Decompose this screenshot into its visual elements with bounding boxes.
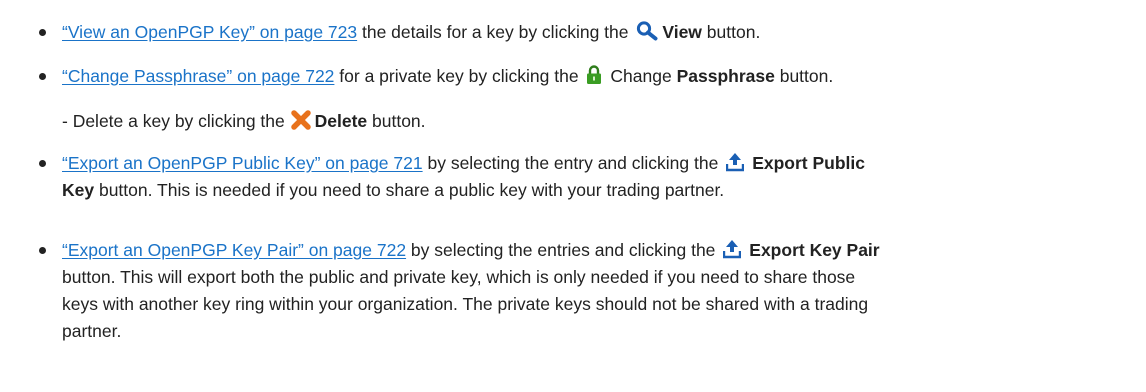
list-item-line: “Export an OpenPGP Public Key” on page 7… <box>62 150 865 179</box>
list-item-line: - Delete a key by clicking the Delete bu… <box>62 108 426 137</box>
list-item-line: button. This will export both the public… <box>62 264 855 290</box>
passphrase-button-label: Passphrase <box>676 66 775 86</box>
item-text: keys with another key ring within your o… <box>62 294 869 314</box>
item-text: by selecting the entry and clicking the <box>422 153 724 173</box>
bullet-dot <box>39 247 46 254</box>
item-text: Change <box>610 66 677 86</box>
padlock-icon <box>586 65 602 92</box>
item-text: for a private key by clicking the <box>334 66 584 86</box>
upload-arrow-icon <box>726 152 745 179</box>
item-text: by selecting the entries and clicking th… <box>406 240 721 260</box>
list-item-line: “View an OpenPGP Key” on page 723 the de… <box>62 19 760 48</box>
export-key-pair-button-label: Export Key Pair <box>749 240 880 260</box>
xref-change-passphrase[interactable]: “Change Passphrase” on page 722 <box>62 66 334 86</box>
list-item-line: “Change Passphrase” on page 722 for a pr… <box>62 63 833 92</box>
item-text: button. This will export both the public… <box>62 267 856 287</box>
item-text: button. This is needed if you need to sh… <box>94 180 725 200</box>
bullet-dot <box>39 73 46 80</box>
item-text: button. <box>701 22 761 42</box>
red-x-delete-icon <box>290 110 312 137</box>
item-text: partner. <box>62 321 122 341</box>
bullet-dot <box>39 29 46 36</box>
item-text: the details for a key by clicking the <box>357 22 634 42</box>
item-text: button. <box>367 111 426 131</box>
export-public-key-button-label: Export Public <box>752 153 865 173</box>
list-item-line: keys with another key ring within your o… <box>62 291 868 317</box>
upload-arrow-icon <box>723 239 742 266</box>
list-item-line: Key button. This is needed if you need t… <box>62 177 724 203</box>
item-text: - Delete a key by clicking the <box>62 111 290 131</box>
view-button-label: View <box>662 22 702 42</box>
item-text: button. <box>774 66 834 86</box>
xref-export-public-key[interactable]: “Export an OpenPGP Public Key” on page 7… <box>62 153 423 173</box>
xref-view-openpgp-key[interactable]: “View an OpenPGP Key” on page 723 <box>62 22 357 42</box>
list-item-line: “Export an OpenPGP Key Pair” on page 722… <box>62 237 880 266</box>
magnifier-icon <box>636 21 658 48</box>
bullet-dot <box>39 160 46 167</box>
xref-export-key-pair[interactable]: “Export an OpenPGP Key Pair” on page 722 <box>62 240 406 260</box>
list-item-line: partner. <box>62 318 121 344</box>
export-public-key-button-label: Key <box>62 180 95 200</box>
document-page: “View an OpenPGP Key” on page 723 the de… <box>0 0 1146 392</box>
delete-button-label: Delete <box>314 111 368 131</box>
